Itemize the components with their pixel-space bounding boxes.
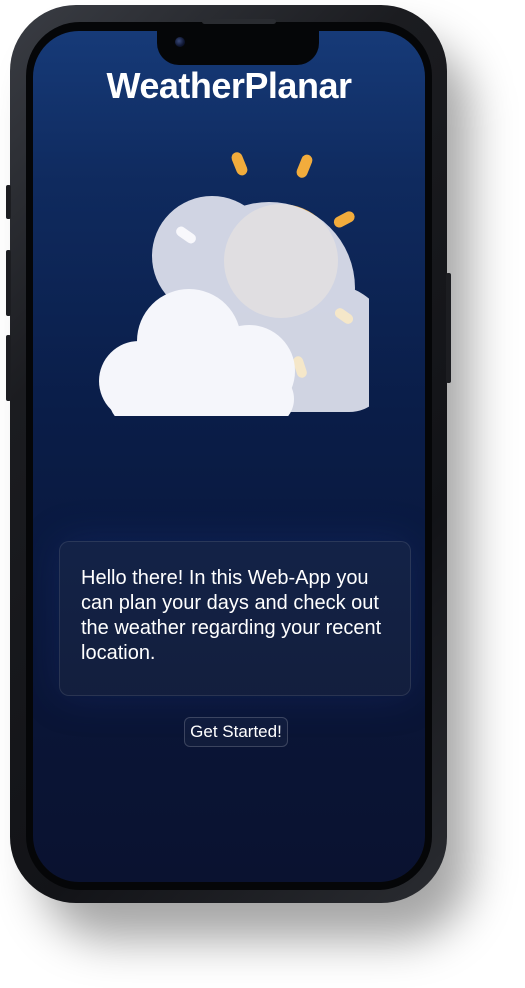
- notch: [157, 29, 319, 65]
- app-title: WeatherPlanar: [106, 65, 352, 106]
- volume-up-button: [6, 250, 11, 316]
- screen: WeatherPlanar Hello there! In this Web-A…: [33, 31, 425, 882]
- phone-frame: WeatherPlanar Hello there! In this Web-A…: [6, 5, 451, 903]
- speaker-grille: [202, 19, 276, 24]
- partly-cloudy-sun-icon: [99, 146, 391, 427]
- volume-down-button: [6, 335, 11, 401]
- power-button: [446, 273, 451, 383]
- action-button: [6, 185, 11, 219]
- front-camera: [175, 37, 185, 47]
- stage: WeatherPlanar Hello there! In this Web-A…: [0, 0, 525, 988]
- intro-card: Hello there! In this Web-App you can pla…: [59, 541, 411, 696]
- get-started-button[interactable]: Get Started!: [184, 717, 288, 747]
- intro-text: Hello there! In this Web-App you can pla…: [81, 567, 382, 664]
